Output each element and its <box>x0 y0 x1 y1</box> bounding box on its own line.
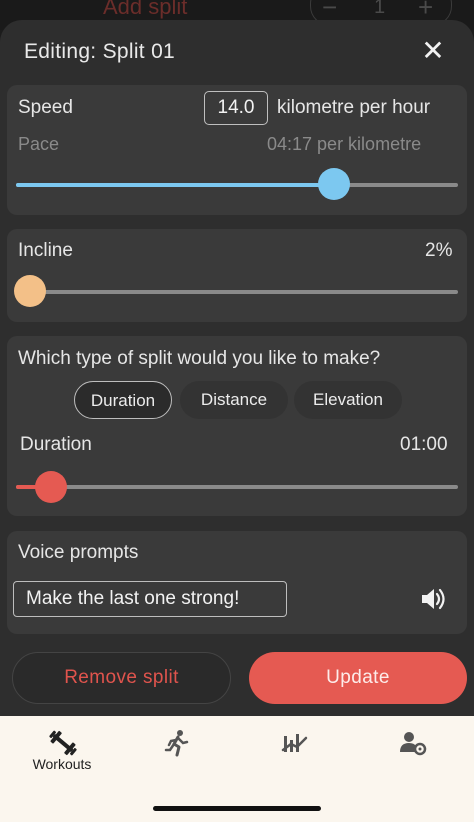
duration-slider-track[interactable] <box>16 485 458 489</box>
dumbbell-icon <box>49 730 77 756</box>
incline-label: Incline <box>18 240 73 261</box>
remove-split-button[interactable]: Remove split <box>12 652 231 704</box>
split-type-elevation[interactable]: Elevation <box>294 381 402 419</box>
incline-value: 2% <box>425 240 453 261</box>
runner-icon <box>164 730 189 757</box>
add-split-label: Add split <box>103 0 188 19</box>
voice-prompt-input[interactable]: Make the last one strong! <box>13 581 287 617</box>
duration-label: Duration <box>20 434 92 455</box>
incline-slider-thumb[interactable] <box>14 275 46 307</box>
user-settings-icon <box>400 732 427 756</box>
speaker-icon[interactable] <box>420 587 446 611</box>
update-button[interactable]: Update <box>249 652 467 704</box>
nav-item-run[interactable] <box>118 716 236 796</box>
voice-prompts-label: Voice prompts <box>18 542 139 563</box>
duration-value: 01:00 <box>400 434 448 455</box>
nav-item-workouts[interactable]: Workouts <box>3 716 121 796</box>
speed-unit: kilometre per hour <box>277 97 431 118</box>
chart-icon <box>281 734 308 752</box>
split-type-question: Which type of split would you like to ma… <box>18 348 381 369</box>
incline-slider-track[interactable] <box>16 290 458 294</box>
speed-slider-fill <box>16 183 335 187</box>
speed-input[interactable]: 14.0 <box>204 91 268 125</box>
incline-card <box>7 229 467 322</box>
sheet-title: Editing: Split 01 <box>24 40 176 63</box>
speed-slider-thumb[interactable] <box>318 168 351 200</box>
close-icon[interactable]: ✕ <box>418 36 448 66</box>
speed-label: Speed <box>18 97 73 118</box>
nav-label-workouts: Workouts <box>32 756 92 772</box>
nav-item-profile[interactable] <box>354 716 472 796</box>
nav-item-stats[interactable] <box>236 716 354 796</box>
pace-label: Pace <box>18 134 60 154</box>
pace-value: 04:17 per kilometre <box>267 134 422 154</box>
split-type-duration[interactable]: Duration <box>74 381 172 419</box>
split-count: 1 <box>374 0 386 18</box>
split-type-distance[interactable]: Distance <box>180 381 288 419</box>
home-indicator <box>153 806 321 811</box>
